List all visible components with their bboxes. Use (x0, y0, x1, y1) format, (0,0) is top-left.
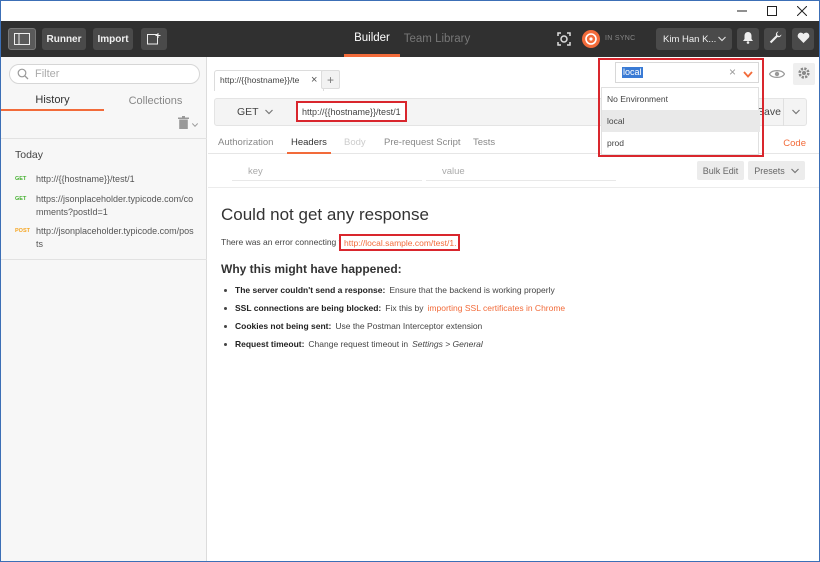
add-tab-button[interactable]: + (321, 70, 340, 89)
reason-text: Use the Postman Interceptor extension (335, 321, 483, 331)
user-name: Kim Han K... (663, 33, 717, 45)
reason-title: Cookies not being sent: (235, 321, 332, 331)
request-tab[interactable]: http://{{hostname}}/te × (214, 70, 324, 91)
divider (1, 259, 207, 260)
sync-status: IN SYNC (605, 35, 636, 42)
search-icon (17, 68, 29, 83)
tab-tests[interactable]: Tests (473, 137, 495, 148)
tab-body[interactable]: Body (344, 137, 366, 148)
clear-history-button[interactable] (178, 116, 199, 132)
trash-icon (178, 116, 189, 132)
favorite-button[interactable] (792, 28, 814, 50)
chevron-down-icon (191, 118, 199, 130)
close-icon[interactable] (787, 1, 817, 21)
chevron-down-icon (791, 106, 800, 118)
reason-item: SSL connections are being blocked: Fix t… (224, 303, 565, 313)
tab-authorization[interactable]: Authorization (218, 137, 273, 148)
app-header: Runner Import Builder Team Library IN SY… (1, 21, 819, 57)
bullet (224, 325, 227, 328)
sidebar-toggle-button[interactable] (8, 28, 36, 50)
app-window: Runner Import Builder Team Library IN SY… (0, 0, 820, 562)
tab-history[interactable]: History (1, 91, 104, 111)
reason-item: The server couldn't send a response: Ens… (224, 285, 555, 295)
reason-item: Cookies not being sent: Use the Postman … (224, 321, 482, 331)
history-url: http://{{hostname}}/test/1 (36, 174, 135, 184)
title-bar (1, 1, 819, 21)
close-tab-icon[interactable]: × (311, 74, 317, 86)
new-window-icon (147, 33, 161, 45)
method-label: GET (237, 106, 259, 118)
ssl-certificates-link[interactable]: importing SSL certificates in Chrome (428, 303, 566, 313)
sync-icon[interactable] (580, 28, 602, 50)
bullet (224, 343, 227, 346)
chevron-down-icon (264, 106, 273, 118)
method-badge: GET (15, 196, 27, 202)
import-button[interactable]: Import (93, 28, 133, 50)
reason-title: Request timeout: (235, 339, 305, 349)
user-menu-button[interactable]: Kim Han K... (656, 28, 732, 50)
tab-builder[interactable]: Builder (344, 21, 400, 57)
code-link[interactable]: Code (783, 138, 806, 149)
new-window-button[interactable] (141, 28, 167, 50)
key-input[interactable]: key (248, 166, 263, 177)
method-select[interactable]: GET (237, 106, 273, 118)
chevron-down-icon (718, 34, 726, 45)
divider (426, 180, 616, 181)
history-url: http://jsonplaceholder.typicode.com/post… (36, 226, 194, 249)
history-group-label: Today (15, 149, 44, 161)
bullet (224, 307, 227, 310)
history-item[interactable]: GET http://{{hostname}}/test/1 (1, 173, 207, 187)
request-tab-title: http://{{hostname}}/te (220, 75, 300, 85)
method-badge: POST (15, 228, 30, 234)
gear-icon (797, 66, 811, 83)
interceptor-icon[interactable] (553, 28, 575, 50)
reason-text: Change request timeout in (308, 339, 409, 349)
maximize-icon[interactable] (757, 1, 787, 21)
eye-icon[interactable] (767, 64, 787, 84)
chevron-down-icon (790, 166, 799, 176)
history-item[interactable]: GET https://jsonplaceholder.typicode.com… (1, 193, 207, 219)
heart-icon (797, 32, 810, 47)
reason-text: Ensure that the backend is working prope… (389, 285, 555, 295)
divider (232, 180, 422, 181)
reason-title: The server couldn't send a response: (235, 285, 386, 295)
wrench-icon (769, 31, 782, 47)
reason-title: SSL connections are being blocked: (235, 303, 382, 313)
save-options-button[interactable] (783, 98, 807, 126)
divider (1, 138, 207, 139)
response-title: Could not get any response (221, 205, 429, 224)
error-url-link[interactable]: http://local.sample.com/test/1. (339, 234, 460, 251)
history-url: https://jsonplaceholder.typicode.com/com… (36, 194, 194, 217)
sidebar: Filter History Collections Today GET htt… (1, 57, 207, 561)
bullet (224, 289, 227, 292)
filter-placeholder: Filter (35, 68, 60, 80)
tab-headers[interactable]: Headers (287, 137, 331, 154)
bell-icon (742, 31, 754, 47)
manage-environments-button[interactable] (793, 63, 815, 85)
notifications-button[interactable] (737, 28, 759, 50)
value-input[interactable]: value (442, 166, 465, 177)
presets-label: Presets (754, 165, 785, 176)
settings-button[interactable] (764, 28, 786, 50)
reason-item: Request timeout: Change request timeout … (224, 339, 483, 349)
minimize-icon[interactable] (727, 1, 757, 21)
sidebar-toggle-icon (14, 33, 30, 45)
method-badge: GET (15, 176, 27, 182)
runner-button[interactable]: Runner (42, 28, 86, 50)
history-item[interactable]: POST http://jsonplaceholder.typicode.com… (1, 225, 207, 251)
reason-text: Fix this by (385, 303, 424, 313)
error-message: There was an error connecting to (221, 237, 346, 247)
settings-path: Settings > General (412, 339, 483, 349)
tab-team-library[interactable]: Team Library (401, 21, 473, 57)
why-heading: Why this might have happened: (221, 262, 402, 276)
url-input[interactable]: http://{{hostname}}/test/1 (296, 101, 407, 122)
tab-pre-request-script[interactable]: Pre-request Script (384, 137, 461, 148)
bulk-edit-button[interactable]: Bulk Edit (697, 161, 744, 180)
highlight-box (598, 58, 764, 157)
presets-button[interactable]: Presets (748, 161, 805, 180)
filter-input[interactable]: Filter (9, 64, 200, 84)
tab-collections[interactable]: Collections (104, 91, 207, 111)
